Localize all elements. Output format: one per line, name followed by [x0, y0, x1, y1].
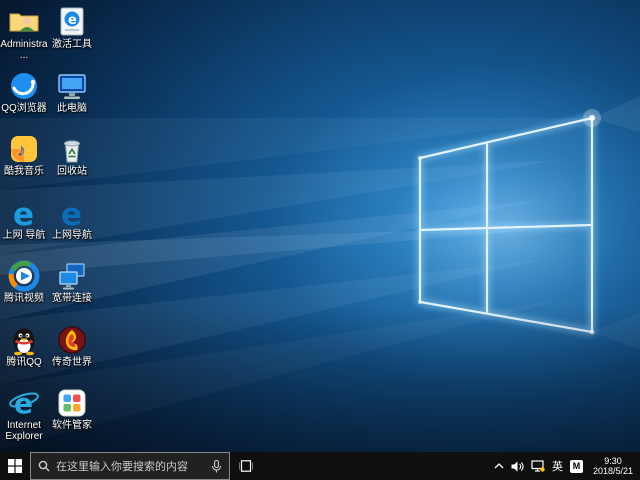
desktop-icon-software-manager[interactable]: 软件管家 [48, 387, 96, 451]
taskbar-clock[interactable]: 9:30 2018/5/21 [590, 456, 636, 476]
search-input[interactable]: 在这里输入你要搜索的内容 [56, 458, 205, 474]
tray-expand-button[interactable] [494, 463, 504, 469]
icon-label: 此电脑 [57, 103, 87, 114]
icon-label: Internet Explorer [0, 420, 48, 442]
this-pc-icon [56, 70, 88, 102]
administrator-folder-icon [8, 6, 40, 38]
tencent-video-icon [8, 260, 40, 292]
desktop-icon-tencent-video[interactable]: 腾讯视频 [0, 260, 48, 324]
icon-label: 酷我音乐 [4, 166, 44, 177]
desktop-icon-grid: Administra... QQ浏览器 ♪ [0, 6, 96, 451]
taskbar-search[interactable]: 在这里输入你要搜索的内容 [30, 452, 230, 480]
tencent-qq-icon [8, 324, 40, 356]
desktop-icon-recycle-bin[interactable]: 回收站 [48, 133, 96, 197]
desktop-icon-edge-navigation[interactable]: e 上网 导航 [0, 197, 48, 261]
desktop-icon-administrator[interactable]: Administra... [0, 6, 48, 70]
kuwo-music-icon: ♪ [8, 133, 40, 165]
desktop-icon-this-pc[interactable]: 此电脑 [48, 70, 96, 134]
desktop[interactable]: Administra... QQ浏览器 ♪ [0, 0, 640, 452]
software-manager-icon [56, 387, 88, 419]
icon-label: 软件管家 [52, 420, 92, 431]
task-view-button[interactable] [230, 452, 262, 480]
icon-label: 上网导航 [52, 230, 92, 241]
legend-world-icon [56, 324, 88, 356]
ime-language-indicator[interactable]: 英 [552, 458, 563, 474]
icon-label: QQ浏览器 [1, 103, 47, 114]
clock-date: 2018/5/21 [593, 466, 633, 476]
icon-label: 回收站 [57, 166, 87, 177]
desktop-icon-activation-tool[interactable]: e 激活工具 [48, 6, 96, 70]
desktop-icon-kuwo-music[interactable]: ♪ 酷我音乐 [0, 133, 48, 197]
speaker-icon [511, 461, 524, 472]
desktop-icon-tencent-qq[interactable]: 腾讯QQ [0, 324, 48, 388]
start-button[interactable] [0, 452, 30, 480]
system-tray: 英 M 9:30 2018/5/21 [494, 452, 640, 480]
desktop-icon-broadband-connection[interactable]: 宽带连接 [48, 260, 96, 324]
desktop-icon-internet-explorer[interactable]: e Internet Explorer [0, 387, 48, 451]
svg-text:e: e [61, 197, 82, 229]
ime-mode-badge[interactable]: M [570, 460, 583, 473]
edge-navigation-2-icon: e [56, 197, 88, 229]
activation-tool-icon: e [56, 6, 88, 38]
svg-text:e: e [68, 13, 77, 28]
icon-label: Administra... [0, 39, 48, 61]
volume-button[interactable] [511, 461, 524, 472]
recycle-bin-icon [56, 133, 88, 165]
task-view-icon [239, 460, 253, 472]
desktop-icon-edge-navigation-2[interactable]: e 上网导航 [48, 197, 96, 261]
icon-label: 传奇世界 [52, 357, 92, 368]
taskbar: 在这里输入你要搜索的内容 [0, 452, 640, 480]
icon-label: 腾讯QQ [6, 357, 42, 368]
windows-logo-icon [8, 459, 22, 473]
chevron-up-icon [494, 463, 504, 469]
icon-label: 腾讯视频 [4, 293, 44, 304]
edge-navigation-icon: e [8, 197, 40, 229]
qq-browser-icon [8, 70, 40, 102]
broadband-connection-icon [56, 260, 88, 292]
internet-explorer-icon: e [8, 387, 40, 419]
icon-label: 宽带连接 [52, 293, 92, 304]
desktop-icon-qq-browser[interactable]: QQ浏览器 [0, 70, 48, 134]
screen: Administra... QQ浏览器 ♪ [0, 0, 640, 480]
network-button[interactable] [531, 460, 545, 472]
icon-label: 上网 导航 [3, 230, 46, 241]
icon-label: 激活工具 [52, 39, 92, 50]
microphone-icon[interactable] [211, 460, 222, 473]
desktop-icon-legend-world[interactable]: 传奇世界 [48, 324, 96, 388]
clock-time: 9:30 [593, 456, 633, 466]
search-icon [38, 460, 50, 472]
svg-text:e: e [13, 197, 34, 229]
ethernet-network-icon [531, 460, 545, 472]
svg-text:♪: ♪ [17, 140, 26, 160]
windows10-hero-wallpaper [0, 0, 640, 452]
